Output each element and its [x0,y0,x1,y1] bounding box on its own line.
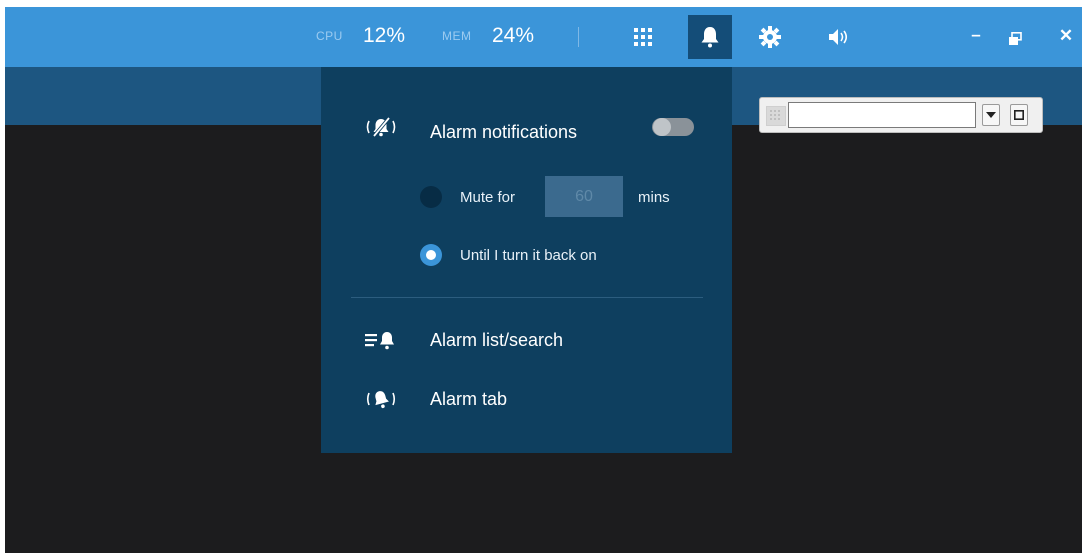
close-icon: ✕ [1058,26,1074,45]
gear-icon [759,26,781,48]
alarm-tab-icon [363,388,399,410]
panel-divider [351,297,703,298]
dropdown-button[interactable] [982,104,1000,126]
mute-for-radio[interactable] [420,186,442,208]
settings-button[interactable] [750,19,790,55]
bell-icon [701,27,719,48]
floating-toolbar[interactable] [759,97,1043,133]
cpu-label: CPU [316,29,343,43]
maximize-button[interactable] [1010,104,1028,126]
alarm-notifications-label: Alarm notifications [430,122,578,142]
close-button[interactable]: ✕ [1056,26,1076,46]
floating-toolbar-input[interactable] [788,102,976,128]
speaker-icon [829,29,848,45]
alarm-list-search-icon [363,329,399,351]
until-turned-on-radio[interactable] [420,244,442,266]
chevron-down-icon [986,112,996,118]
maximize-icon [1014,110,1024,120]
mute-minutes-input[interactable]: 60 [545,176,623,217]
drag-handle-icon[interactable] [766,106,786,126]
mins-label: mins [638,189,670,206]
mem-label: MEM [442,29,472,43]
alarm-notifications-toggle[interactable] [652,118,694,136]
grid-icon [634,28,652,46]
restore-button[interactable] [1005,31,1025,51]
alarm-dropdown-panel: Alarm notifications Mute for 60 mins Unt… [321,67,732,453]
volume-button[interactable] [820,19,860,55]
alarm-button[interactable] [688,15,732,59]
cpu-value: 12% [363,24,406,47]
alarm-list-search-link[interactable]: Alarm list/search [430,330,563,351]
app-window: CPU 12% MEM 24% – ✕ Alarm notifications … [5,7,1082,553]
layout-button[interactable] [623,19,663,55]
until-turned-on-label: Until I turn it back on [460,247,597,264]
alarm-muted-icon [361,115,401,139]
toggle-knob [653,118,671,136]
top-bar: CPU 12% MEM 24% – ✕ [5,7,1082,67]
minimize-icon: – [971,25,981,44]
restore-icon [1009,32,1022,45]
topbar-separator [578,27,579,47]
minimize-button[interactable]: – [966,25,986,45]
alarm-tab-link[interactable]: Alarm tab [430,389,507,410]
mute-for-label: Mute for [460,189,516,206]
mem-value: 24% [492,24,535,47]
